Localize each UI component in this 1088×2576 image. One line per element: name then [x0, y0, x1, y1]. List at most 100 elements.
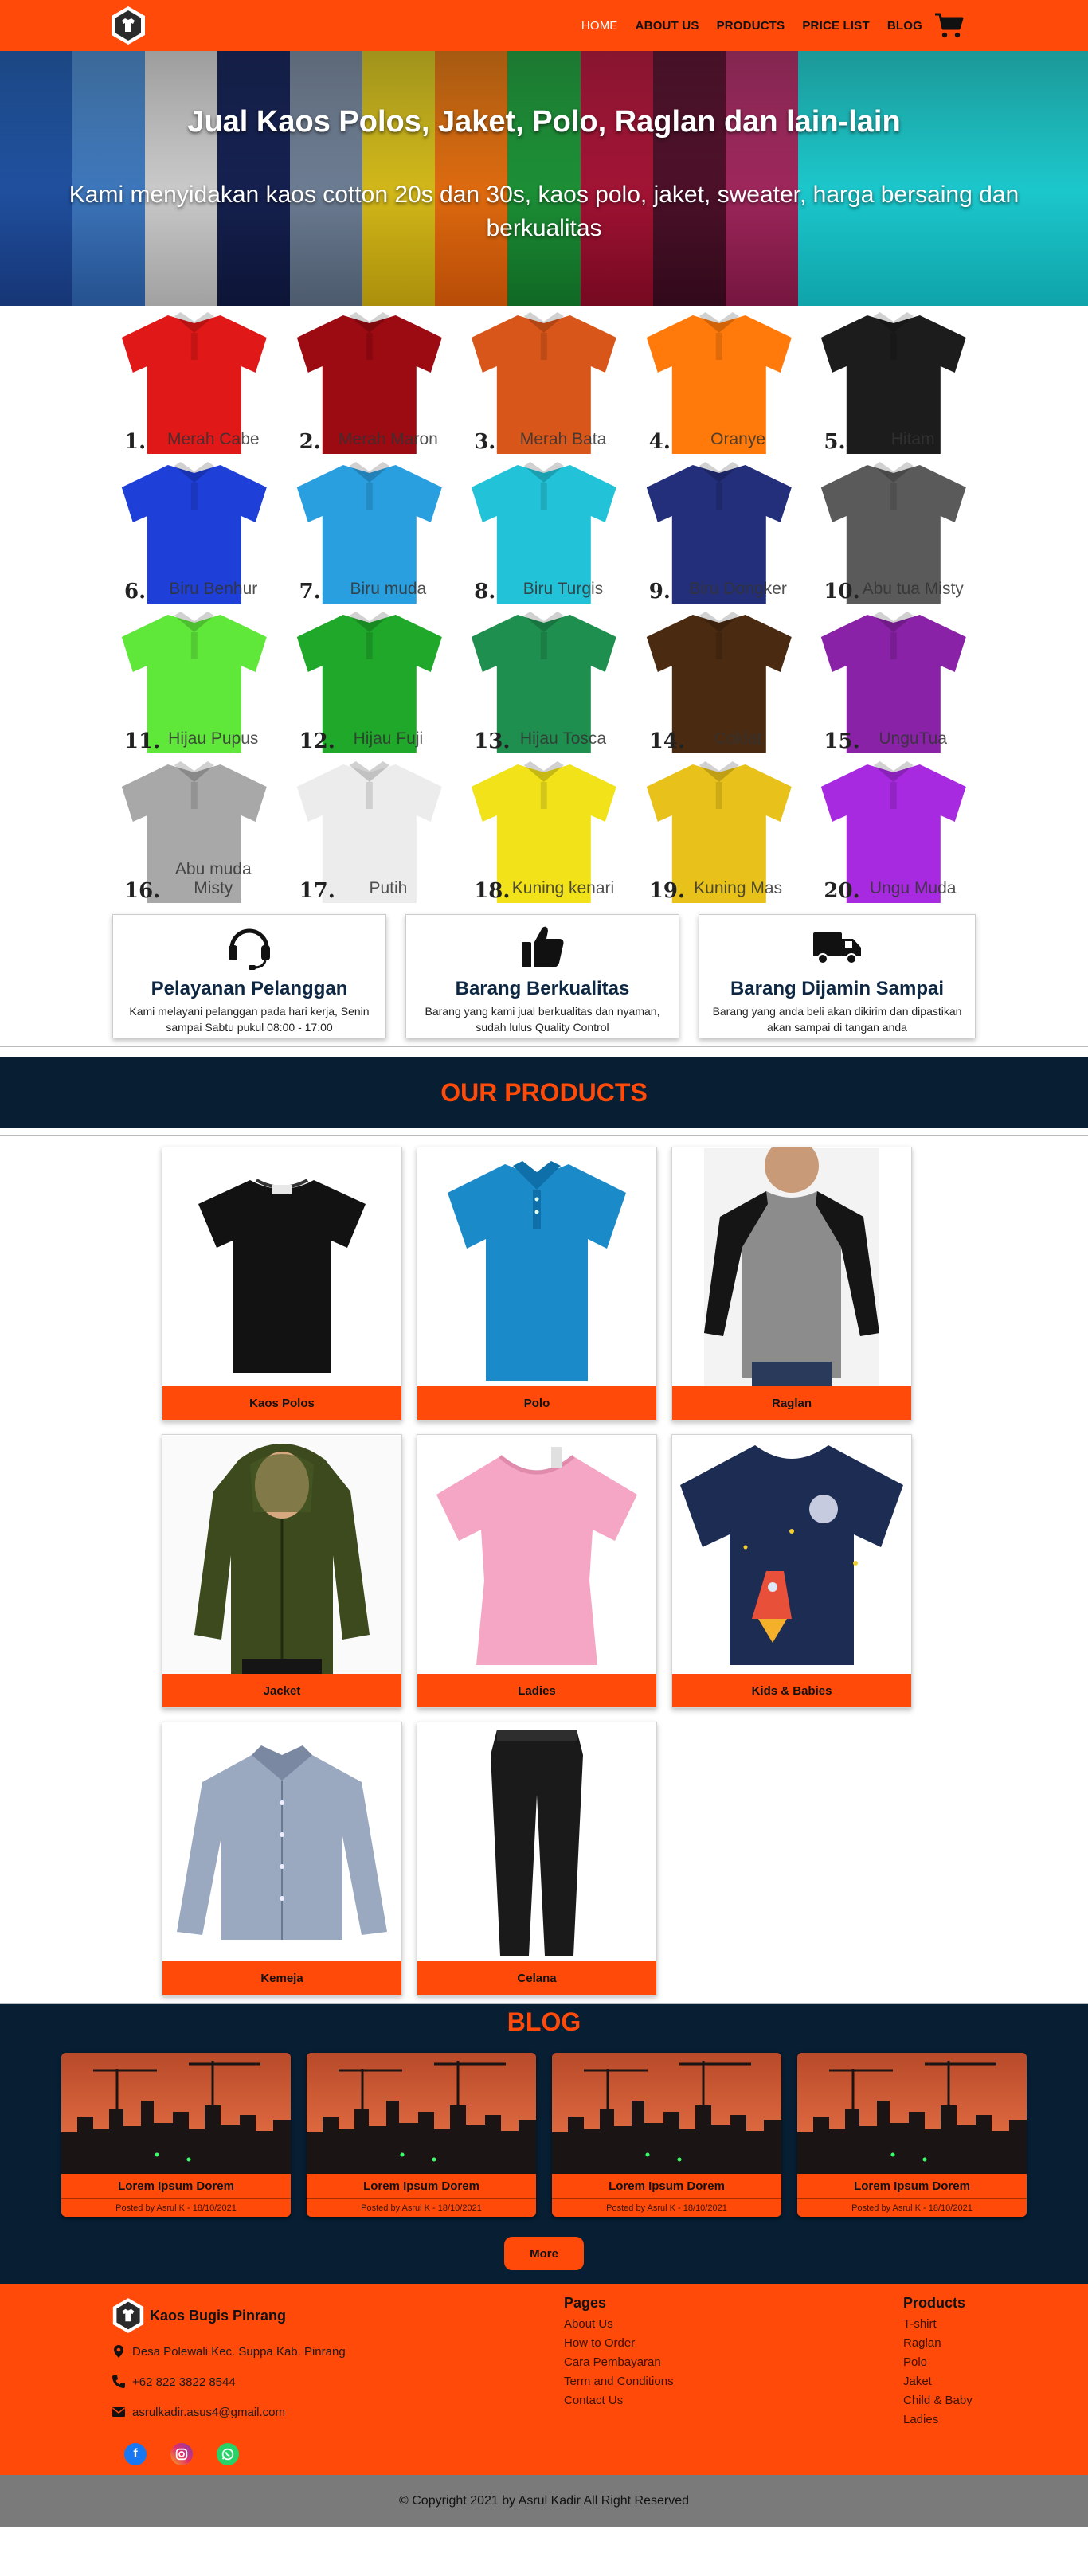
- truck-icon: [813, 932, 861, 964]
- swatch-color-name: Ungu Muda: [869, 879, 957, 897]
- product-card-kids-babies[interactable]: Kids & Babies: [671, 1434, 912, 1708]
- swatch-color-name: Oranye: [710, 430, 766, 448]
- footer-link-cara-pembayaran[interactable]: Cara Pembayaran: [564, 2353, 674, 2372]
- swatch-number: 20.: [824, 879, 860, 903]
- swatch-color-name: Hijau Tosca: [519, 729, 607, 748]
- swatch-number: 15.: [824, 729, 860, 753]
- polo-color-swatch: 1. Merah Cabe: [110, 309, 279, 457]
- brand-logo[interactable]: [110, 5, 147, 46]
- blog-post-title: Lorem Ipsum Dorem: [118, 2179, 234, 2193]
- footer-link-terms[interactable]: Term and Conditions: [564, 2372, 674, 2391]
- swatch-number: 3.: [474, 430, 496, 454]
- swatch-color-name: Merah Bata: [519, 430, 607, 448]
- polo-color-swatch: 19. Kuning Mas: [635, 758, 804, 906]
- hero-banner: Jual Kaos Polos, Jaket, Polo, Raglan dan…: [0, 51, 1088, 306]
- raglan-icon: [704, 1147, 879, 1387]
- footer-link-ladies[interactable]: Ladies: [903, 2410, 973, 2429]
- product-card-raglan[interactable]: Raglan: [671, 1147, 912, 1421]
- copyright: © Copyright 2021 by Asrul Kadir All Righ…: [0, 2475, 1088, 2527]
- blog-card[interactable]: Lorem Ipsum Dorem Posted by Asrul K - 18/…: [307, 2053, 536, 2217]
- products-heading-band: OUR PRODUCTS: [0, 1057, 1088, 1128]
- hero-title: Jual Kaos Polos, Jaket, Polo, Raglan dan…: [187, 105, 901, 139]
- footer: Kaos Bugis Pinrang Desa Polewali Kec. Su…: [0, 2284, 1088, 2475]
- swatch-color-name: UnguTua: [879, 729, 947, 748]
- footer-address: Desa Polewali Kec. Suppa Kab. Pinrang: [112, 2344, 346, 2359]
- feature-title: Pelayanan Pelanggan: [151, 978, 348, 999]
- blog-card[interactable]: Lorem Ipsum Dorem Posted by Asrul K - 18/…: [61, 2053, 291, 2217]
- swatch-number: 6.: [124, 580, 147, 604]
- product-card-jacket[interactable]: Jacket: [162, 1434, 402, 1708]
- blog-post-title: Lorem Ipsum Dorem: [854, 2179, 970, 2193]
- product-card-polo[interactable]: Polo: [417, 1147, 657, 1421]
- blog-card[interactable]: Lorem Ipsum Dorem Posted by Asrul K - 18/…: [797, 2053, 1027, 2217]
- swatch-number: 18.: [474, 879, 511, 903]
- footer-link-how-to-order[interactable]: How to Order: [564, 2334, 674, 2353]
- swatch-color-name: Merah Cabe: [167, 430, 260, 448]
- email-text: asrulkadir.asus4@gmail.com: [132, 2405, 285, 2419]
- swatch-color-name: Biru Turgis: [522, 580, 604, 598]
- swatch-number: 16.: [124, 879, 161, 903]
- blog-post-meta: Posted by Asrul K - 18/10/2021: [307, 2198, 536, 2217]
- footer-link-about-us[interactable]: About Us: [564, 2315, 674, 2334]
- city-sunset-image: [797, 2053, 1027, 2174]
- nav-price-list[interactable]: PRICE LIST: [802, 19, 870, 33]
- footer-link-jaket[interactable]: Jaket: [903, 2372, 973, 2391]
- polo-color-swatch: 9. Biru Dongker: [635, 459, 804, 607]
- features-row: Pelayanan Pelanggan Kami melayani pelang…: [0, 903, 1088, 1046]
- product-card-ladies[interactable]: Ladies: [417, 1434, 657, 1708]
- phone-icon: [112, 2375, 125, 2388]
- blog-post-meta: Posted by Asrul K - 18/10/2021: [61, 2198, 291, 2217]
- swatch-color-name: Merah Maron: [338, 430, 438, 448]
- polo-color-swatch: 3. Merah Bata: [460, 309, 628, 457]
- swatch-color-name: Putih: [369, 879, 408, 897]
- polo-color-swatch: 5. Hitam: [809, 309, 978, 457]
- products-col-title: Products: [903, 2295, 966, 2311]
- polo-color-swatch: 10. Abu tua Misty: [809, 459, 978, 607]
- whatsapp-icon[interactable]: [217, 2443, 239, 2465]
- cart-icon[interactable]: [933, 11, 964, 40]
- blog-card[interactable]: Lorem Ipsum Dorem Posted by Asrul K - 18/…: [552, 2053, 781, 2217]
- footer-link-polo[interactable]: Polo: [903, 2353, 973, 2372]
- nav-products[interactable]: PRODUCTS: [717, 19, 785, 33]
- product-label: Jacket: [162, 1674, 401, 1707]
- swatch-number: 2.: [299, 430, 321, 454]
- footer-link-child-baby[interactable]: Child & Baby: [903, 2391, 973, 2410]
- product-label: Celana: [417, 1961, 656, 1995]
- polo-color-swatch: 13. Hijau Tosca: [460, 608, 628, 756]
- more-button[interactable]: More: [504, 2237, 584, 2270]
- polo-color-swatch: 16. Abu muda Misty: [110, 758, 279, 906]
- footer-email[interactable]: asrulkadir.asus4@gmail.com: [112, 2405, 285, 2419]
- product-card-celana[interactable]: Celana: [417, 1722, 657, 1996]
- polo-color-swatch: 4. Oranye: [635, 309, 804, 457]
- footer-pages: Pages About Us How to Order Cara Pembaya…: [564, 2295, 674, 2410]
- footer-link-raglan[interactable]: Raglan: [903, 2334, 973, 2353]
- footer-link-contact-us[interactable]: Contact Us: [564, 2391, 674, 2410]
- polo-color-swatch: 17. Putih: [285, 758, 454, 906]
- product-card-kaos-polos[interactable]: Kaos Polos: [162, 1147, 402, 1421]
- logo-hexagon-icon: [112, 6, 145, 45]
- swatch-number: 5.: [824, 430, 846, 454]
- swatch-color-name: Abu muda Misty: [174, 860, 252, 897]
- nav-blog[interactable]: BLOG: [887, 19, 922, 33]
- nav-home[interactable]: HOME: [581, 19, 618, 33]
- nav-about-us[interactable]: ABOUT US: [636, 19, 699, 33]
- swatch-number: 8.: [474, 580, 496, 604]
- swatch-color-name: Coklat: [714, 729, 762, 748]
- kids-tee-icon: [680, 1445, 903, 1665]
- footer-phone[interactable]: +62 822 3822 8544: [112, 2375, 236, 2389]
- trousers-icon: [491, 1730, 583, 1956]
- product-card-kemeja[interactable]: Kemeja: [162, 1722, 402, 1996]
- facebook-icon[interactable]: f: [124, 2443, 147, 2465]
- footer-brand-name: Kaos Bugis Pinrang: [150, 2307, 287, 2324]
- polo-color-swatch: 20. Ungu Muda: [809, 758, 978, 906]
- address-text: Desa Polewali Kec. Suppa Kab. Pinrang: [132, 2344, 346, 2359]
- instagram-icon[interactable]: [170, 2443, 193, 2465]
- footer-link-tshirt[interactable]: T-shirt: [903, 2315, 973, 2334]
- feature-desc: Kami melayani pelanggan pada hari kerja,…: [129, 1005, 370, 1034]
- polo-color-swatch: 2. Merah Maron: [285, 309, 454, 457]
- footer-brand[interactable]: Kaos Bugis Pinrang: [112, 2297, 286, 2335]
- swatch-color-name: Hijau Pupus: [168, 729, 259, 748]
- swatch-number: 11.: [124, 729, 161, 753]
- blog-post-title: Lorem Ipsum Dorem: [363, 2179, 479, 2193]
- navbar: HOME ABOUT US PRODUCTS PRICE LIST BLOG: [0, 0, 1088, 51]
